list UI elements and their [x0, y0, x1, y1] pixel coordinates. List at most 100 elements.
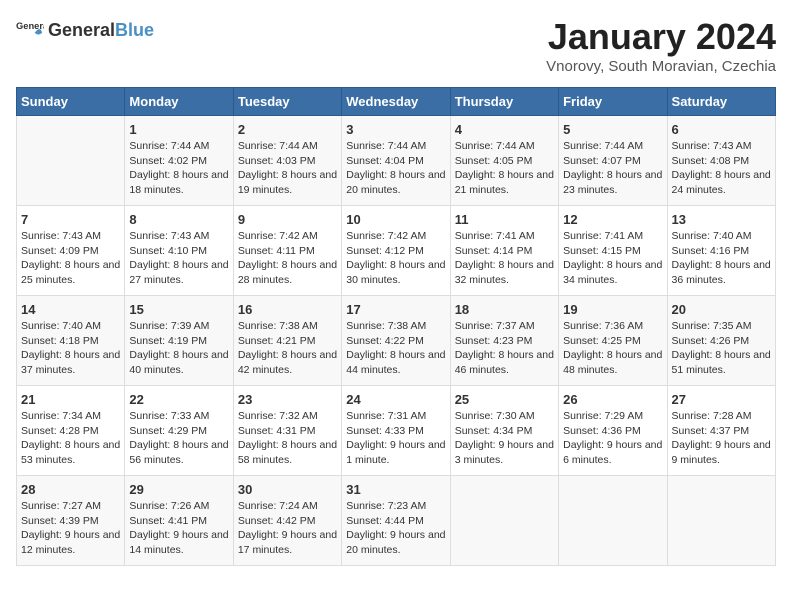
sunset-text: Sunset: 4:42 PM — [238, 514, 337, 529]
sunset-text: Sunset: 4:10 PM — [129, 244, 228, 259]
daylight-text: Daylight: 8 hours and 19 minutes. — [238, 168, 337, 197]
weekday-header-wednesday: Wednesday — [342, 88, 450, 116]
daylight-text: Daylight: 8 hours and 28 minutes. — [238, 258, 337, 287]
sunrise-text: Sunrise: 7:30 AM — [455, 409, 554, 424]
daylight-text: Daylight: 8 hours and 51 minutes. — [672, 348, 771, 377]
month-title: January 2024 — [546, 16, 776, 58]
weekday-header-saturday: Saturday — [667, 88, 775, 116]
sunrise-text: Sunrise: 7:23 AM — [346, 499, 445, 514]
day-number: 27 — [672, 392, 771, 407]
calendar-cell: 17Sunrise: 7:38 AMSunset: 4:22 PMDayligh… — [342, 296, 450, 386]
day-number: 11 — [455, 212, 554, 227]
day-number: 28 — [21, 482, 120, 497]
sunset-text: Sunset: 4:23 PM — [455, 334, 554, 349]
calendar-cell — [450, 476, 558, 566]
sunset-text: Sunset: 4:22 PM — [346, 334, 445, 349]
sunrise-text: Sunrise: 7:44 AM — [129, 139, 228, 154]
sunset-text: Sunset: 4:05 PM — [455, 154, 554, 169]
logo-icon: General — [16, 16, 44, 44]
day-number: 14 — [21, 302, 120, 317]
calendar-cell: 23Sunrise: 7:32 AMSunset: 4:31 PMDayligh… — [233, 386, 341, 476]
sunset-text: Sunset: 4:34 PM — [455, 424, 554, 439]
sunrise-text: Sunrise: 7:43 AM — [21, 229, 120, 244]
sunset-text: Sunset: 4:19 PM — [129, 334, 228, 349]
day-number: 8 — [129, 212, 228, 227]
calendar-cell: 24 Sunrise: 7:31 AMSunset: 4:33 PMDayligh… — [342, 386, 450, 476]
day-number: 26 — [563, 392, 662, 407]
daylight-text: Daylight: 8 hours and 21 minutes. — [455, 168, 554, 197]
calendar-week-row: 14Sunrise: 7:40 AMSunset: 4:18 PMDayligh… — [17, 296, 776, 386]
day-number: 13 — [672, 212, 771, 227]
sunrise-text: Sunrise: 7:42 AM — [238, 229, 337, 244]
calendar-cell: 6Sunrise: 7:43 AMSunset: 4:08 PMDaylight… — [667, 116, 775, 206]
logo-general-text: General — [48, 20, 115, 41]
day-number: 24 — [346, 392, 445, 407]
calendar-cell: 30Sunrise: 7:24 AMSunset: 4:42 PMDayligh… — [233, 476, 341, 566]
day-number: 18 — [455, 302, 554, 317]
daylight-text: Daylight: 8 hours and 46 minutes. — [455, 348, 554, 377]
sunrise-text: Sunrise: 7:38 AM — [346, 319, 445, 334]
daylight-text: Daylight: 9 hours and 1 minute. — [346, 438, 445, 467]
day-number: 3 — [346, 122, 445, 137]
day-number: 10 — [346, 212, 445, 227]
calendar-cell: 11Sunrise: 7:41 AMSunset: 4:14 PMDayligh… — [450, 206, 558, 296]
daylight-text: Daylight: 8 hours and 23 minutes. — [563, 168, 662, 197]
daylight-text: Daylight: 9 hours and 3 minutes. — [455, 438, 554, 467]
day-number: 6 — [672, 122, 771, 137]
sunset-text: Sunset: 4:31 PM — [238, 424, 337, 439]
calendar-cell: 25Sunrise: 7:30 AMSunset: 4:34 PMDayligh… — [450, 386, 558, 476]
day-number: 29 — [129, 482, 228, 497]
weekday-header-monday: Monday — [125, 88, 233, 116]
calendar-cell: 18Sunrise: 7:37 AMSunset: 4:23 PMDayligh… — [450, 296, 558, 386]
calendar-cell: 29Sunrise: 7:26 AMSunset: 4:41 PMDayligh… — [125, 476, 233, 566]
sunset-text: Sunset: 4:18 PM — [21, 334, 120, 349]
sunrise-text: Sunrise: 7:39 AM — [129, 319, 228, 334]
sunrise-text: Sunrise: 7:32 AM — [238, 409, 337, 424]
sunrise-text: Sunrise: 7:26 AM — [129, 499, 228, 514]
sunrise-text: Sunrise: 7:44 AM — [455, 139, 554, 154]
day-number: 7 — [21, 212, 120, 227]
sunrise-text: Sunrise: 7:31 AM — [346, 409, 445, 424]
day-number: 16 — [238, 302, 337, 317]
sunrise-text: Sunrise: 7:38 AM — [238, 319, 337, 334]
sunrise-text: Sunrise: 7:44 AM — [346, 139, 445, 154]
title-block: January 2024 Vnorovy, South Moravian, Cz… — [546, 16, 776, 75]
sunrise-text: Sunrise: 7:44 AM — [563, 139, 662, 154]
daylight-text: Daylight: 9 hours and 9 minutes. — [672, 438, 771, 467]
daylight-text: Daylight: 8 hours and 30 minutes. — [346, 258, 445, 287]
sunrise-text: Sunrise: 7:35 AM — [672, 319, 771, 334]
calendar-cell: 15Sunrise: 7:39 AMSunset: 4:19 PMDayligh… — [125, 296, 233, 386]
calendar-cell: 7Sunrise: 7:43 AMSunset: 4:09 PMDaylight… — [17, 206, 125, 296]
sunrise-text: Sunrise: 7:29 AM — [563, 409, 662, 424]
calendar-cell: 5Sunrise: 7:44 AMSunset: 4:07 PMDaylight… — [559, 116, 667, 206]
sunset-text: Sunset: 4:02 PM — [129, 154, 228, 169]
calendar-cell: 31Sunrise: 7:23 AMSunset: 4:44 PMDayligh… — [342, 476, 450, 566]
daylight-text: Daylight: 9 hours and 14 minutes. — [129, 528, 228, 557]
calendar-cell: 21Sunrise: 7:34 AMSunset: 4:28 PMDayligh… — [17, 386, 125, 476]
header: General General Blue January 2024 Vnorov… — [16, 16, 776, 75]
sunset-text: Sunset: 4:33 PM — [346, 424, 445, 439]
calendar-cell: 12Sunrise: 7:41 AMSunset: 4:15 PMDayligh… — [559, 206, 667, 296]
calendar-week-row: 7Sunrise: 7:43 AMSunset: 4:09 PMDaylight… — [17, 206, 776, 296]
sunset-text: Sunset: 4:28 PM — [21, 424, 120, 439]
calendar-cell: 20Sunrise: 7:35 AMSunset: 4:26 PMDayligh… — [667, 296, 775, 386]
sunrise-text: Sunrise: 7:36 AM — [563, 319, 662, 334]
sunrise-text: Sunrise: 7:43 AM — [672, 139, 771, 154]
logo: General General Blue — [16, 16, 154, 44]
calendar-week-row: 1Sunrise: 7:44 AMSunset: 4:02 PMDaylight… — [17, 116, 776, 206]
daylight-text: Daylight: 8 hours and 18 minutes. — [129, 168, 228, 197]
daylight-text: Daylight: 8 hours and 37 minutes. — [21, 348, 120, 377]
day-number: 19 — [563, 302, 662, 317]
day-number: 1 — [129, 122, 228, 137]
sunset-text: Sunset: 4:37 PM — [672, 424, 771, 439]
calendar-cell: 16Sunrise: 7:38 AMSunset: 4:21 PMDayligh… — [233, 296, 341, 386]
calendar-cell: 27Sunrise: 7:28 AMSunset: 4:37 PMDayligh… — [667, 386, 775, 476]
day-number: 4 — [455, 122, 554, 137]
day-number: 30 — [238, 482, 337, 497]
calendar-cell — [667, 476, 775, 566]
day-number: 12 — [563, 212, 662, 227]
day-number: 21 — [21, 392, 120, 407]
sunrise-text: Sunrise: 7:43 AM — [129, 229, 228, 244]
calendar-cell — [17, 116, 125, 206]
daylight-text: Daylight: 8 hours and 40 minutes. — [129, 348, 228, 377]
